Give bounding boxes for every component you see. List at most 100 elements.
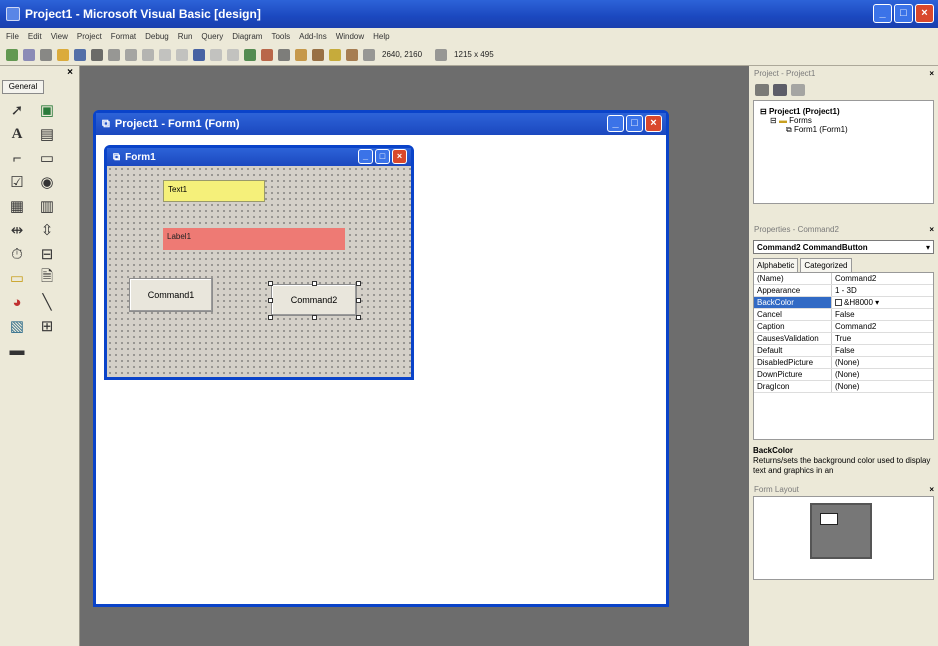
- form1-window[interactable]: ⧉ Form1 _ □ × Text1 Label1 Command1 Comm…: [104, 145, 414, 380]
- listbox-tool-icon[interactable]: ▥: [36, 196, 58, 216]
- resize-handle[interactable]: [356, 315, 361, 320]
- object-browser-icon[interactable]: [295, 48, 307, 61]
- close-button[interactable]: ×: [915, 4, 934, 23]
- form-position-preview[interactable]: [820, 513, 838, 525]
- property-row[interactable]: DragIcon (None): [754, 381, 933, 393]
- menu-file[interactable]: File: [6, 32, 19, 41]
- designer-maximize-button[interactable]: □: [626, 115, 643, 132]
- menu-help[interactable]: Help: [373, 32, 389, 41]
- ole-tool-icon[interactable]: ▬: [6, 340, 28, 360]
- timer-tool-icon[interactable]: ⏱: [6, 244, 28, 264]
- project-explorer-icon[interactable]: [244, 48, 256, 61]
- menu-debug[interactable]: Debug: [145, 32, 169, 41]
- toolbox-tab-general[interactable]: General: [2, 80, 44, 94]
- toggle-folders-icon[interactable]: [791, 84, 805, 96]
- menu-format[interactable]: Format: [111, 32, 136, 41]
- find-icon[interactable]: [142, 48, 154, 61]
- form1-close-button[interactable]: ×: [392, 149, 407, 164]
- maximize-button[interactable]: □: [894, 4, 913, 23]
- checkbox-tool-icon[interactable]: ☑: [6, 172, 28, 192]
- hscrollbar-tool-icon[interactable]: ⇹: [6, 220, 28, 240]
- properties-window-icon[interactable]: [261, 48, 273, 61]
- copy-icon[interactable]: [108, 48, 120, 61]
- menu-addins[interactable]: Add-Ins: [299, 32, 327, 41]
- add-form-icon[interactable]: [23, 48, 35, 61]
- drivelistbox-tool-icon[interactable]: ⊟: [36, 244, 58, 264]
- component-manager-icon[interactable]: [346, 48, 358, 61]
- view-object-icon[interactable]: [773, 84, 787, 96]
- property-row[interactable]: Appearance 1 - 3D: [754, 285, 933, 297]
- toolbox-icon[interactable]: [312, 48, 324, 61]
- optionbutton-tool-icon[interactable]: ◉: [36, 172, 58, 192]
- data-view-icon[interactable]: [329, 48, 341, 61]
- view-code-icon[interactable]: [755, 84, 769, 96]
- command1-button[interactable]: Command1: [129, 278, 213, 312]
- picturebox-tool-icon[interactable]: ▣: [36, 100, 58, 120]
- object-combo[interactable]: Command2 CommandButton ▾: [753, 240, 934, 254]
- layout-panel-close-icon[interactable]: ×: [929, 485, 934, 494]
- dirlistbox-tool-icon[interactable]: ▭: [6, 268, 28, 288]
- vscrollbar-tool-icon[interactable]: ⇳: [36, 220, 58, 240]
- resize-handle[interactable]: [356, 281, 361, 286]
- form1-minimize-button[interactable]: _: [358, 149, 373, 164]
- form1-design-grid[interactable]: Text1 Label1 Command1 Command2: [107, 166, 411, 377]
- save-icon[interactable]: [74, 48, 86, 61]
- menu-window[interactable]: Window: [336, 32, 364, 41]
- label-tool-icon[interactable]: A: [6, 124, 28, 144]
- data-tool-icon[interactable]: ⊞: [36, 316, 58, 336]
- tree-item-forms[interactable]: ⊟ ▬ Forms: [760, 116, 927, 125]
- menu-view[interactable]: View: [51, 32, 68, 41]
- filelistbox-tool-icon[interactable]: 🗎: [36, 268, 58, 288]
- property-row[interactable]: (Name) Command2: [754, 273, 933, 285]
- tab-alphabetic[interactable]: Alphabetic: [753, 258, 799, 272]
- pointer-tool-icon[interactable]: ➚: [6, 100, 28, 120]
- start-icon[interactable]: [193, 48, 205, 61]
- toolbox-close-icon[interactable]: ×: [67, 67, 73, 78]
- property-row[interactable]: DisabledPicture (None): [754, 357, 933, 369]
- property-row[interactable]: Cancel False: [754, 309, 933, 321]
- menu-editor-icon[interactable]: [40, 48, 52, 61]
- menu-project[interactable]: Project: [77, 32, 102, 41]
- label1-label[interactable]: Label1: [163, 228, 345, 250]
- undo-icon[interactable]: [159, 48, 171, 61]
- resize-handle[interactable]: [356, 298, 361, 303]
- menu-diagram[interactable]: Diagram: [232, 32, 262, 41]
- menu-tools[interactable]: Tools: [271, 32, 290, 41]
- shape-tool-icon[interactable]: ◕: [6, 292, 28, 312]
- project-panel-close-icon[interactable]: ×: [929, 69, 934, 78]
- open-icon[interactable]: [57, 48, 69, 61]
- menu-query[interactable]: Query: [201, 32, 223, 41]
- designer-close-button[interactable]: ×: [645, 115, 662, 132]
- property-row[interactable]: DownPicture (None): [754, 369, 933, 381]
- designer-minimize-button[interactable]: _: [607, 115, 624, 132]
- line-tool-icon[interactable]: ╲: [36, 292, 58, 312]
- resize-handle[interactable]: [268, 281, 273, 286]
- menu-run[interactable]: Run: [178, 32, 193, 41]
- property-row[interactable]: Caption Command2: [754, 321, 933, 333]
- form1-maximize-button[interactable]: □: [375, 149, 390, 164]
- add-project-icon[interactable]: [6, 48, 18, 61]
- break-icon[interactable]: [210, 48, 222, 61]
- end-icon[interactable]: [227, 48, 239, 61]
- resize-handle[interactable]: [268, 298, 273, 303]
- resize-handle[interactable]: [312, 281, 317, 286]
- command2-button[interactable]: Command2: [271, 284, 357, 316]
- frame-tool-icon[interactable]: ⌐: [6, 148, 28, 168]
- tree-item-project[interactable]: ⊟ Project1 (Project1): [760, 107, 927, 116]
- text1-textbox[interactable]: Text1: [163, 180, 265, 202]
- textbox-tool-icon[interactable]: ▤: [36, 124, 58, 144]
- tab-categorized[interactable]: Categorized: [800, 258, 852, 272]
- commandbutton-tool-icon[interactable]: ▭: [36, 148, 58, 168]
- image-tool-icon[interactable]: ▧: [6, 316, 28, 336]
- resize-handle[interactable]: [312, 315, 317, 320]
- combobox-tool-icon[interactable]: ▦: [6, 196, 28, 216]
- tree-item-form1[interactable]: ⧉ Form1 (Form1): [760, 125, 927, 135]
- property-row[interactable]: CausesValidation True: [754, 333, 933, 345]
- resize-handle[interactable]: [268, 315, 273, 320]
- cut-icon[interactable]: [91, 48, 103, 61]
- menu-edit[interactable]: Edit: [28, 32, 42, 41]
- property-row[interactable]: Default False: [754, 345, 933, 357]
- property-row[interactable]: BackColor &H8000 ▾: [754, 297, 933, 309]
- properties-panel-close-icon[interactable]: ×: [929, 225, 934, 234]
- redo-icon[interactable]: [176, 48, 188, 61]
